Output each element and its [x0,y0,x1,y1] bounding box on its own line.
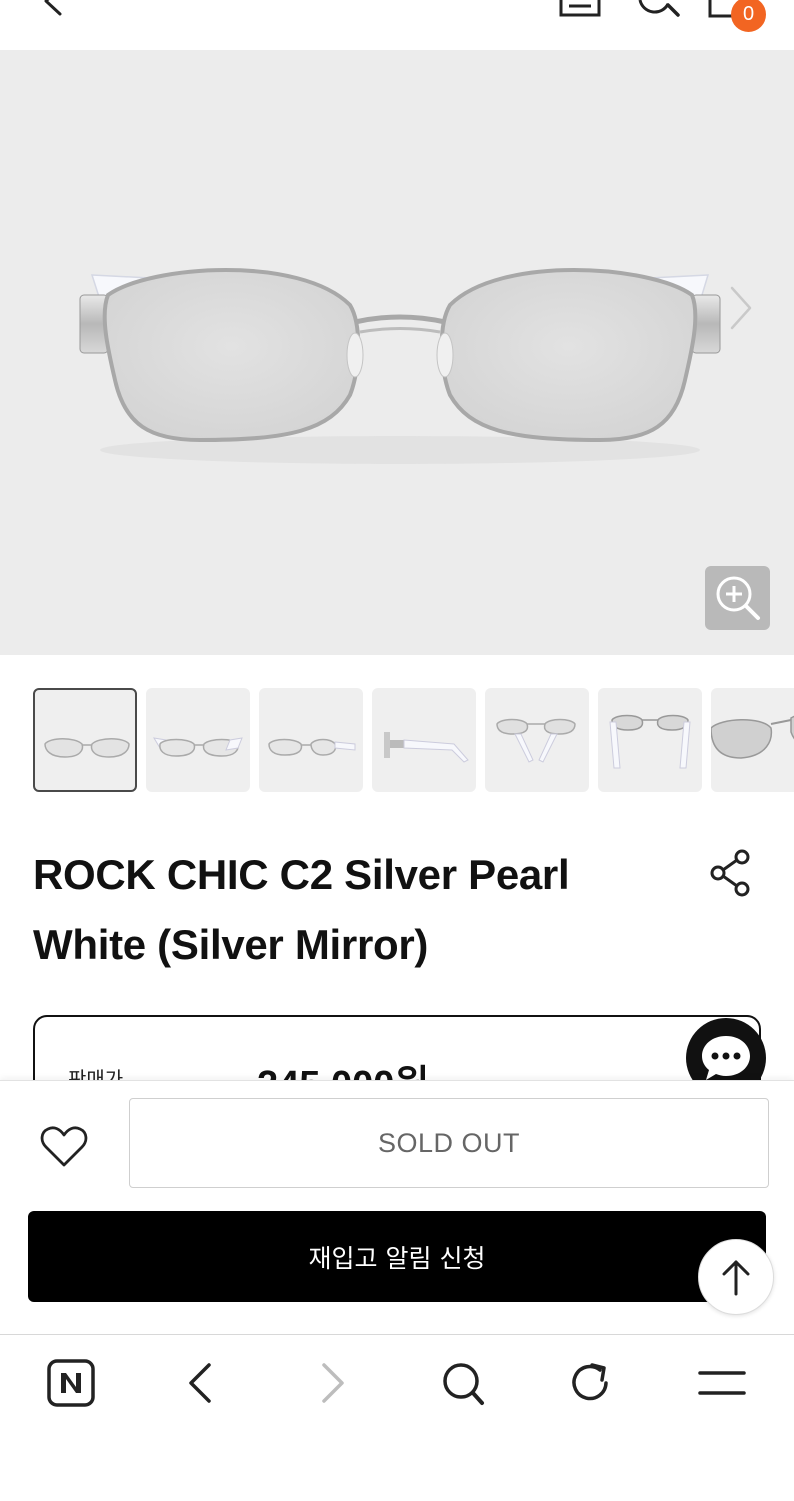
browser-search-button[interactable] [432,1359,492,1407]
thumbnail-3[interactable] [259,688,363,792]
browser-reload-button[interactable] [562,1359,622,1407]
restock-alert-button[interactable]: 재입고 알림 신청 [28,1211,766,1302]
product-title-line-1: ROCK CHIC C2 Silver Pearl [33,851,570,898]
thumbnail-1[interactable] [33,688,137,792]
thumbnail-image [384,732,469,763]
document-icon[interactable] [557,0,603,18]
search-icon[interactable] [634,0,684,20]
naver-home-icon [47,1359,95,1407]
thumbnail-strip [33,688,794,792]
naver-home-button[interactable] [41,1359,101,1407]
browser-nav-bar [0,1334,794,1501]
product-title: ROCK CHIC C2 Silver Pearl White (Silver … [33,840,653,980]
top-header: 0 [0,0,794,50]
browser-back-button[interactable] [171,1359,231,1407]
thumbnail-7[interactable] [711,688,794,792]
purchase-panel: SOLD OUT 재입고 알림 신청 [0,1080,794,1335]
menu-icon [698,1371,746,1395]
chevron-left-icon[interactable] [36,0,66,22]
cart-count-badge: 0 [731,0,766,32]
arrow-up-icon [722,1260,750,1296]
forward-icon [322,1363,344,1403]
scroll-top-button[interactable] [698,1239,774,1315]
sold-out-button[interactable]: SOLD OUT [129,1098,769,1188]
thumbnail-image [153,737,243,757]
browser-menu-button[interactable] [692,1359,752,1407]
share-icon[interactable] [708,848,752,898]
glasses-front-photo [79,268,721,464]
reload-icon [572,1363,608,1401]
zoom-button[interactable] [705,566,770,630]
thumbnail-6[interactable] [598,688,702,792]
thumbnail-image [268,738,356,756]
thumbnail-image [44,738,130,758]
thumbnail-2[interactable] [146,688,250,792]
thumbnail-5[interactable] [485,688,589,792]
browser-forward-button[interactable] [302,1359,362,1407]
chevron-right-icon[interactable] [722,282,762,334]
product-title-line-2: White (Silver Mirror) [33,921,429,968]
thumbnail-image [496,718,576,763]
thumbnail-image [711,715,794,759]
zoom-in-icon [716,576,760,620]
back-icon [189,1363,211,1403]
thumbnail-4[interactable] [372,688,476,792]
thumbnail-image [609,714,691,769]
search-icon [443,1363,484,1405]
heart-icon[interactable] [38,1121,90,1173]
product-main-image[interactable] [0,50,794,655]
